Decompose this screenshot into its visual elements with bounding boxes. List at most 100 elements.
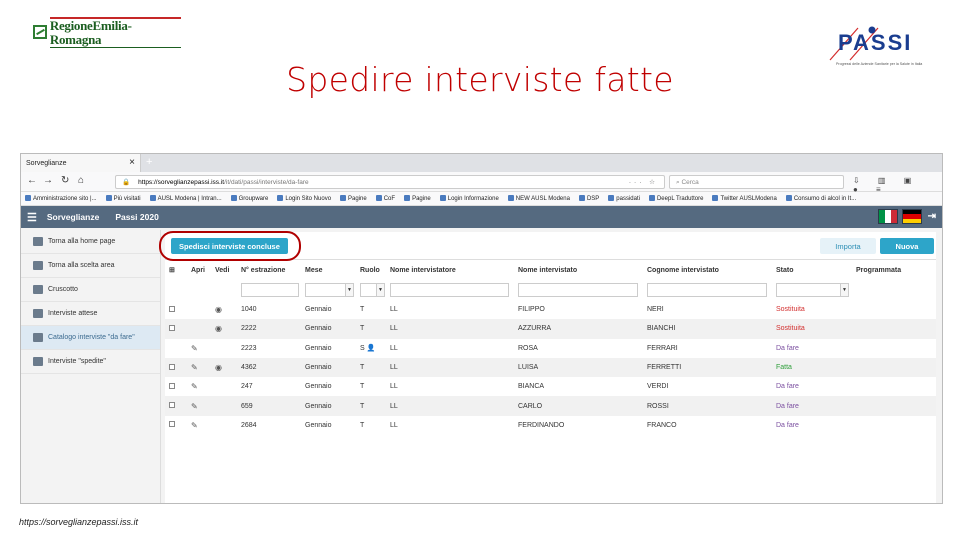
extraction-number: 4362: [237, 357, 301, 378]
bookmark-item[interactable]: Twitter AUSLModena: [712, 195, 777, 202]
row-checkbox[interactable]: [169, 421, 175, 428]
row-checkbox[interactable]: [169, 324, 175, 331]
table-row[interactable]: ✎ ◉ 4362 Gennaio T LL LUISA FERRETTI Fatta: [165, 357, 936, 378]
close-tab-icon[interactable]: ×: [129, 158, 135, 168]
reload-icon[interactable]: ↻: [61, 175, 69, 186]
toolbar-icons[interactable]: ⇩ ▥ ▣ ● ≡: [853, 176, 942, 194]
column-header[interactable]: Mese: [301, 260, 356, 280]
table-row[interactable]: ✎ 2223 Gennaio S 👤 LL ROSA FERRARI Da fare: [165, 339, 936, 358]
filter-role-select[interactable]: ▼: [360, 283, 385, 297]
bookmark-item[interactable]: Pagine: [340, 195, 367, 202]
bookmark-item[interactable]: Login Informazione: [439, 195, 499, 202]
sidebar-item-label: Catalogo interviste "da fare": [48, 334, 135, 341]
row-select-cell: [165, 300, 187, 319]
bookmark-item[interactable]: AUSL Modena | Intran...: [149, 195, 222, 202]
table-row[interactable]: ✎ 247 Gennaio T LL BIANCA VERDI Da fare: [165, 377, 936, 396]
filter-cell: [852, 280, 936, 300]
import-button[interactable]: Importa: [820, 238, 876, 254]
edit-pencil-icon[interactable]: ✎: [191, 363, 198, 372]
search-placeholder: Cerca: [681, 179, 699, 186]
row-checkbox[interactable]: [169, 402, 175, 409]
address-bar[interactable]: 🔒 https://sorveglianzepassi.iss.it /it/d…: [115, 175, 665, 189]
sidebar-item[interactable]: Torna alla scelta area: [21, 254, 160, 278]
row-checkbox[interactable]: [169, 363, 175, 370]
extraction-number: 2684: [241, 421, 257, 429]
bookmark-item[interactable]: DeepL Traduttore: [648, 195, 703, 202]
scheduled-cell: [852, 357, 936, 378]
bookmarks-bar: Amministrazione sito |... Più visitati AUS…: [21, 192, 942, 206]
table-row[interactable]: ✎ 659 Gennaio T LL CARLO ROSSI Da fare: [165, 396, 936, 416]
sidebar-item[interactable]: Catalogo interviste "da fare": [21, 326, 160, 350]
bookmark-item[interactable]: Amministrazione sito |...: [25, 195, 97, 202]
bookmark-item[interactable]: Groupware: [230, 195, 268, 202]
browser-tab[interactable]: Sorveglianze ×: [21, 154, 141, 172]
row-checkbox[interactable]: [169, 382, 175, 389]
forward-icon[interactable]: →: [43, 175, 53, 186]
table-row[interactable]: ◉ 2222 Gennaio T LL AZZURRA BIANCHI Sostituita: [165, 319, 936, 339]
app-subtitle: Passi 2020: [115, 212, 159, 222]
logout-icon[interactable]: ⇥: [928, 211, 936, 222]
edit-pencil-icon[interactable]: ✎: [191, 344, 198, 353]
filter-number-input[interactable]: [241, 283, 299, 297]
open-cell: ✎: [187, 357, 211, 378]
bookmark-item[interactable]: CoF: [375, 195, 395, 202]
column-header[interactable]: Apri: [187, 260, 211, 280]
sidebar-item[interactable]: Interviste "spedite": [21, 350, 160, 374]
view-cell: ◉: [211, 319, 237, 339]
sidebar-item[interactable]: Cruscotto: [21, 278, 160, 302]
edit-pencil-icon[interactable]: ✎: [191, 402, 198, 411]
page-actions-icon[interactable]: ··· ☆: [629, 178, 658, 186]
column-header[interactable]: Cognome intervistato: [643, 260, 772, 280]
filter-interviewer-input[interactable]: [390, 283, 510, 297]
filter-name-input[interactable]: [518, 283, 638, 297]
table-row[interactable]: ✎ 2684 Gennaio T LL FERDINANDO FRANCO Da fare: [165, 416, 936, 435]
edit-pencil-icon[interactable]: ✎: [191, 382, 198, 391]
eye-icon[interactable]: ◉: [215, 324, 222, 333]
bookmark-item[interactable]: NEW AUSL Modena: [507, 195, 570, 202]
table-row[interactable]: ◉ 1040 Gennaio T LL FILIPPO NERI Sostituita: [165, 300, 936, 319]
eye-icon[interactable]: ◉: [215, 305, 222, 314]
interviewee-surname-cell: FRANCO: [647, 421, 677, 429]
column-header[interactable]: Nome intervistatore: [386, 260, 514, 280]
filter-surname-input[interactable]: [647, 283, 767, 297]
filter-status-select[interactable]: ▼: [776, 283, 849, 297]
interviews-table: ⊞ Apri Vedi N° estrazione Mese Ruolo Nome inte…: [165, 260, 936, 435]
back-icon[interactable]: ←: [27, 175, 37, 186]
chevron-down-icon: ▼: [839, 284, 848, 296]
status-cell: Sostituita: [776, 306, 805, 314]
menu-icon[interactable]: ☰: [27, 211, 37, 224]
filter-month-select[interactable]: ▼: [305, 283, 354, 297]
column-header[interactable]: N° estrazione: [237, 260, 301, 280]
bookmark-icon: [105, 195, 112, 201]
bookmark-icon: [578, 195, 585, 201]
sidebar-item-label: Interviste "spedite": [48, 358, 106, 365]
bookmark-item[interactable]: Login Sito Nuovo: [277, 195, 331, 202]
bookmark-label: Più visitati: [113, 196, 141, 202]
bookmark-item[interactable]: Più visitati: [105, 195, 141, 202]
eye-icon[interactable]: ◉: [215, 363, 222, 372]
column-header[interactable]: ⊞: [165, 260, 187, 280]
edit-pencil-icon[interactable]: ✎: [191, 421, 198, 430]
column-header[interactable]: Vedi: [211, 260, 237, 280]
new-tab-icon[interactable]: +: [146, 156, 152, 168]
italian-flag-icon[interactable]: [877, 209, 898, 224]
filter-cell: [514, 280, 643, 300]
row-checkbox[interactable]: [169, 305, 175, 312]
sidebar-item[interactable]: Interviste attese: [21, 302, 160, 326]
interviewee-surname-cell: FERRARI: [647, 344, 678, 352]
new-button[interactable]: Nuova: [880, 238, 934, 254]
bookmark-item[interactable]: Consumo di alcol in It...: [785, 195, 856, 202]
sidebar-item[interactable]: Torna alla home page: [21, 230, 160, 254]
browser-search-input[interactable]: ⌕ Cerca: [669, 175, 844, 189]
bookmark-item[interactable]: Pagine: [404, 195, 431, 202]
column-header[interactable]: Programmata: [852, 260, 936, 280]
column-header[interactable]: Stato: [772, 260, 852, 280]
bookmark-label: Login Sito Nuovo: [285, 196, 332, 202]
bookmark-item[interactable]: DSP: [578, 195, 599, 202]
column-header[interactable]: Nome intervistato: [514, 260, 643, 280]
home-browser-icon[interactable]: ⌂: [78, 175, 84, 186]
column-header[interactable]: Ruolo: [356, 260, 386, 280]
bookmark-item[interactable]: passidati: [608, 195, 640, 202]
role-value: T: [360, 306, 365, 314]
german-flag-icon[interactable]: [901, 209, 922, 224]
